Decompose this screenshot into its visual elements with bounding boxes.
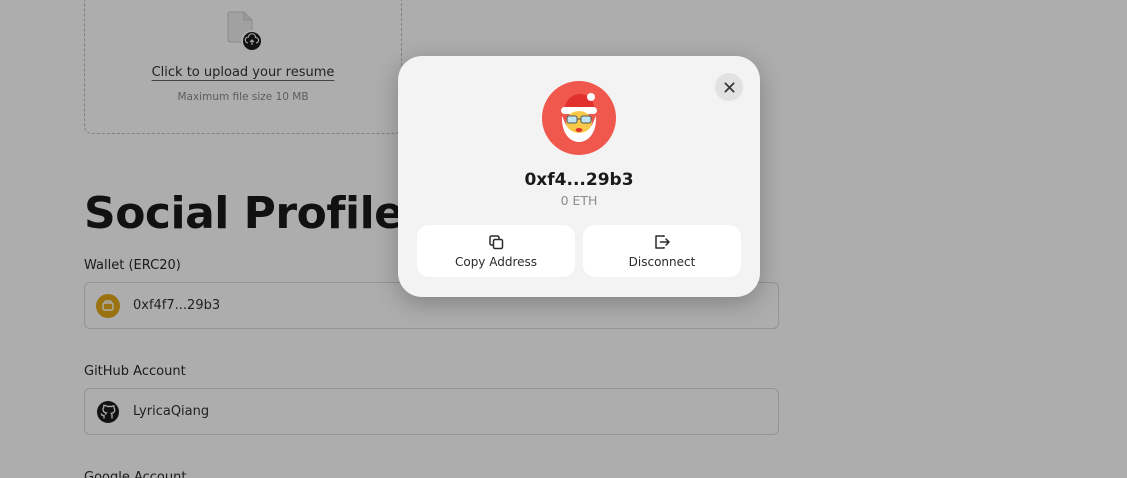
wallet-balance: 0 ETH — [560, 193, 598, 208]
disconnect-label: Disconnect — [628, 255, 696, 269]
santa-emoji-icon — [561, 93, 597, 142]
close-button[interactable] — [715, 73, 743, 101]
copy-icon — [489, 235, 504, 250]
logout-icon — [655, 235, 670, 249]
close-icon — [723, 81, 735, 93]
copy-address-label: Copy Address — [454, 255, 538, 269]
copy-address-button[interactable]: Copy Address — [417, 225, 575, 277]
wallet-account-modal: 0xf4...29b3 0 ETH Copy Address Disconnec… — [398, 56, 760, 297]
disconnect-button[interactable]: Disconnect — [583, 225, 741, 277]
avatar — [542, 81, 616, 155]
wallet-address: 0xf4...29b3 — [524, 170, 634, 190]
